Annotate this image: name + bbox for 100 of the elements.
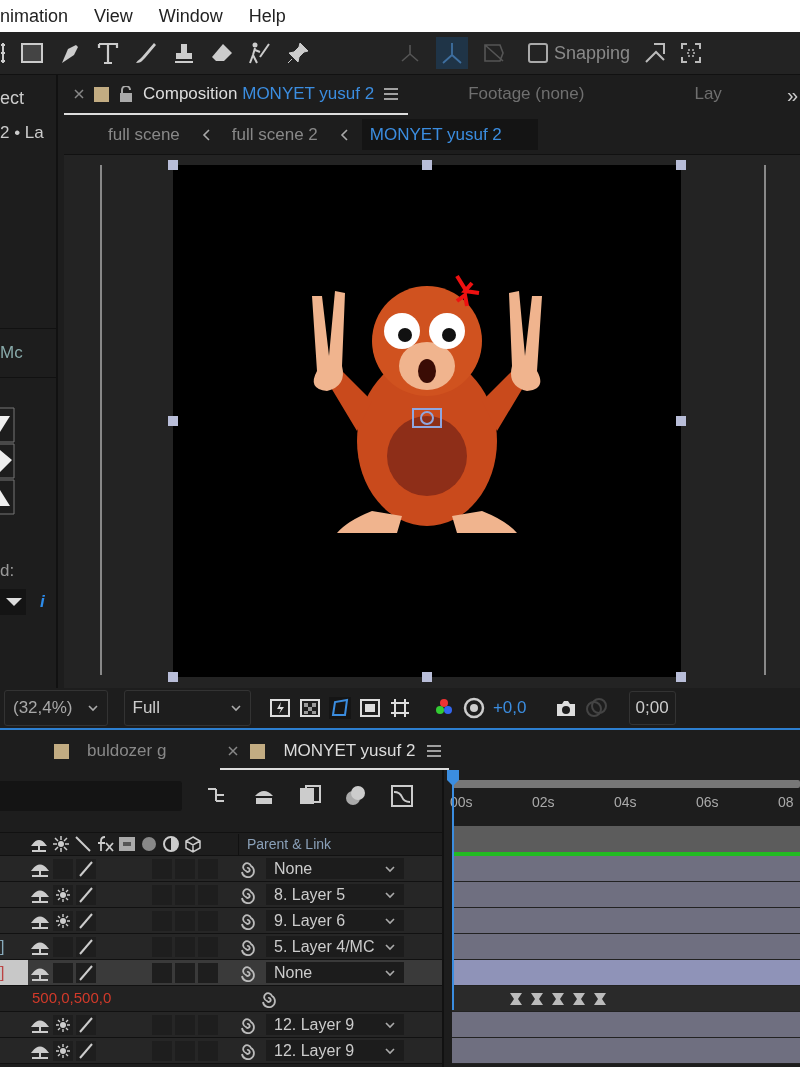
layer-row[interactable]: ] None [0,960,442,986]
transform-handle[interactable] [168,160,178,170]
menu-item[interactable]: nimation [0,2,69,30]
menu-item[interactable]: View [94,2,133,30]
layer-bar[interactable] [452,1012,800,1038]
half-circle-icon [162,835,180,853]
breadcrumb[interactable]: full scene 2 [223,118,326,151]
layer-bar[interactable] [452,960,800,986]
timecode-field[interactable]: 0;00 [628,691,676,725]
sun-icon[interactable] [55,1042,71,1059]
breadcrumb[interactable]: full scene [100,118,188,151]
layer-bar[interactable] [452,856,800,882]
slash-icon[interactable] [76,884,96,905]
pick-whip-icon[interactable] [238,937,256,956]
menu-icon[interactable] [384,88,399,100]
menu-item[interactable]: Help [248,2,286,30]
resolution-dropdown[interactable]: Full [123,690,251,726]
slash-icon[interactable] [76,936,96,957]
motion-blur-icon[interactable] [344,784,368,808]
stamp-tool-icon[interactable] [172,41,196,65]
chevron-left-icon [339,128,348,141]
transform-handle[interactable] [676,672,686,682]
chevron-down-icon [384,915,396,926]
menu-item[interactable]: Window [158,2,223,30]
exposure-value[interactable]: +0,0 [492,695,527,721]
slash-icon[interactable] [76,1040,96,1061]
pick-whip-icon[interactable] [238,859,256,878]
layer-bar[interactable] [452,908,800,934]
parent-dropdown[interactable]: None [266,962,404,983]
close-icon[interactable] [228,746,239,756]
sun-icon[interactable] [55,1016,71,1033]
transform-handle[interactable] [168,672,178,682]
grid-guide-icon[interactable] [388,697,411,719]
layer-bar[interactable] [452,934,800,960]
overflow-button[interactable]: » [786,80,798,110]
keyframes-drawing[interactable] [508,991,608,1006]
sun-icon[interactable] [55,886,71,903]
timeline-tab[interactable]: buldozer g [46,734,175,770]
graph-editor-icon[interactable] [390,784,414,808]
transform-handle[interactable] [168,416,178,426]
layer-name[interactable]: ] [0,934,5,959]
slash-icon[interactable] [76,1014,96,1035]
transparency-grid-icon[interactable] [298,697,321,719]
layer-row[interactable]: ] 5. Layer 4/MC [0,934,442,960]
camera-icon[interactable] [554,698,577,718]
snapping-checkbox[interactable]: Snapping [528,39,631,67]
transform-handle[interactable] [676,416,686,426]
slash-icon[interactable] [76,858,96,879]
layer-bar[interactable] [452,882,800,908]
parent-dropdown[interactable]: 12. Layer 9 [266,1014,404,1035]
pin-tool-icon[interactable] [286,41,310,65]
sun-icon[interactable] [55,912,71,929]
parent-dropdown[interactable]: None [266,858,404,879]
transform-handle[interactable] [422,160,432,170]
layer-row[interactable]: 12. Layer 9 [0,1012,442,1038]
time-label: 02s [532,793,555,812]
pick-whip-icon[interactable] [238,1041,256,1060]
layer-row[interactable]: None [0,856,442,882]
slash-icon[interactable] [76,910,96,931]
text-tool-icon[interactable] [96,41,120,65]
layer-row[interactable]: 9. Layer 6 [0,908,442,934]
lock-icon[interactable] [119,86,133,102]
fast-preview-icon[interactable] [268,697,291,719]
slash-icon [74,835,92,853]
layer-row[interactable]: 8. Layer 5 [0,882,442,908]
parent-dropdown[interactable]: 12. Layer 9 [266,1040,404,1061]
pick-whip-icon[interactable] [238,963,256,982]
column-header[interactable]: Parent & Link [238,833,332,855]
parent-dropdown[interactable]: 8. Layer 5 [266,884,404,905]
menu-icon[interactable] [427,745,442,757]
info-link[interactable]: i [40,589,45,615]
rectangle-tool-icon[interactable] [20,41,44,65]
pick-whip-icon[interactable] [238,911,256,930]
parent-dropdown[interactable]: 9. Layer 6 [266,910,404,931]
grid-icon[interactable] [0,41,6,65]
layer-bar[interactable] [452,1038,800,1064]
mask-path-icon[interactable] [328,697,351,719]
close-icon[interactable] [74,89,84,99]
pick-whip-icon[interactable] [238,1015,256,1034]
timeline-tab[interactable]: MONYET yusuf 2 [220,734,450,770]
exposure-icon[interactable] [462,697,485,719]
pick-whip-icon[interactable] [259,989,278,1008]
breadcrumb[interactable]: MONYET yusuf 2 [361,118,538,151]
pick-whip-icon[interactable] [238,885,256,904]
composition-tab[interactable]: Composition MONYET yusuf 2 [64,75,409,115]
fit-frame-icon[interactable] [680,42,703,64]
layer-row[interactable]: 12. Layer 9 [0,1038,442,1064]
alignment-arrows-drawing[interactable] [0,405,16,516]
brush-tool-icon[interactable] [134,41,158,65]
transform-handle[interactable] [676,160,686,170]
panel-tab[interactable]: Mc [0,339,23,366]
slash-icon[interactable] [76,962,96,983]
region-icon[interactable] [358,697,381,719]
zoom-dropdown[interactable]: (32,4%) [4,690,108,726]
transform-handle[interactable] [422,672,432,682]
time-label: 04s [614,793,637,812]
parent-dropdown[interactable]: 5. Layer 4/MC [266,936,404,957]
snap-edges-icon[interactable] [644,42,667,64]
puppet-brush-icon[interactable] [248,41,272,65]
tab-label: MONYET yusuf 2 [283,740,416,763]
